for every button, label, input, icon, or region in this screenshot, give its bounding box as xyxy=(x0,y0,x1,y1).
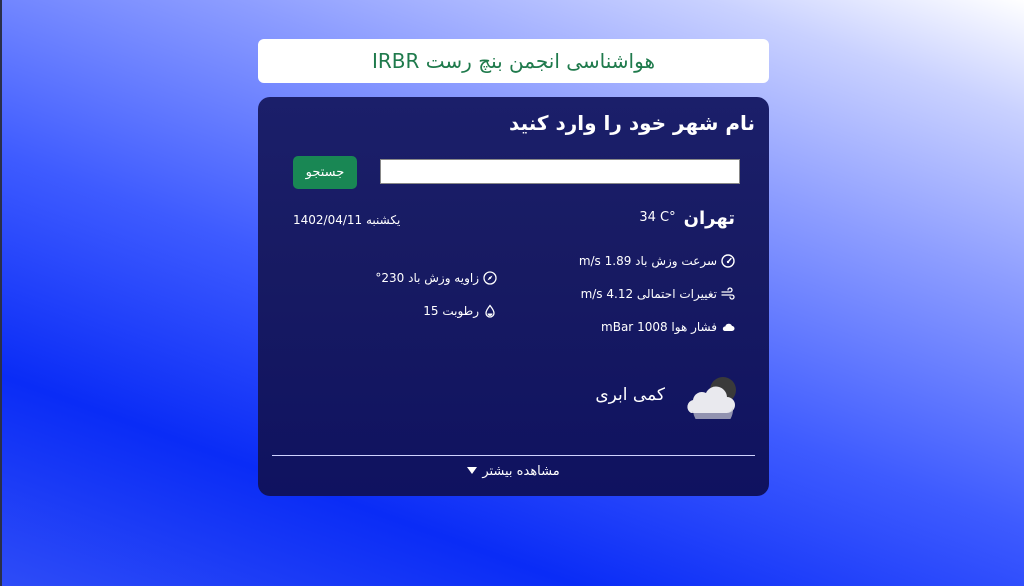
wind-speed-stat: سرعت وزش باد 1.89 m/s xyxy=(579,254,735,268)
search-button[interactable]: جستجو xyxy=(293,156,357,189)
pressure-stat: فشار هوا 1008 mBar xyxy=(601,320,735,334)
caret-down-icon xyxy=(467,464,478,479)
wind-speed-text: سرعت وزش باد 1.89 m/s xyxy=(578,254,717,268)
cloud-icon xyxy=(721,320,735,334)
city-search-input[interactable] xyxy=(380,159,740,184)
temperature: 34 C° xyxy=(639,210,676,225)
show-more-toggle[interactable]: مشاهده بیشتر xyxy=(258,464,769,479)
speedometer-icon xyxy=(721,254,735,268)
wind-angle-text: زاویه وزش باد 230° xyxy=(375,271,479,285)
window-edge xyxy=(0,0,2,586)
gust-text: تغییرات احتمالی 4.12 m/s xyxy=(580,287,717,301)
partly-cloudy-icon xyxy=(681,373,743,430)
wind-angle-stat: زاویه وزش باد 230° xyxy=(375,271,497,285)
app-title: هواشناسی انجمن بنچ رست IRBR xyxy=(372,49,655,73)
pressure-text: فشار هوا 1008 mBar xyxy=(601,320,717,334)
weather-card: نام شهر خود را وارد کنید جستجو تهران 34 … xyxy=(258,97,769,496)
divider xyxy=(272,455,755,456)
humidity-stat: رطوبت 15 xyxy=(423,304,497,318)
compass-icon xyxy=(483,271,497,285)
gust-stat: تغییرات احتمالی 4.12 m/s xyxy=(581,287,735,301)
app-title-bar: هواشناسی انجمن بنچ رست IRBR xyxy=(258,39,769,83)
date-label: یکشنبه 1402/04/11 xyxy=(293,213,401,227)
wind-icon xyxy=(721,287,735,301)
condition-label: کمی ابری xyxy=(595,385,665,405)
show-more-label: مشاهده بیشتر xyxy=(482,464,560,479)
city-name: تهران xyxy=(683,208,735,229)
search-heading: نام شهر خود را وارد کنید xyxy=(509,111,755,135)
humidity-text: رطوبت 15 xyxy=(423,304,479,318)
droplet-icon xyxy=(483,304,497,318)
city-header: تهران 34 C° xyxy=(639,208,735,229)
